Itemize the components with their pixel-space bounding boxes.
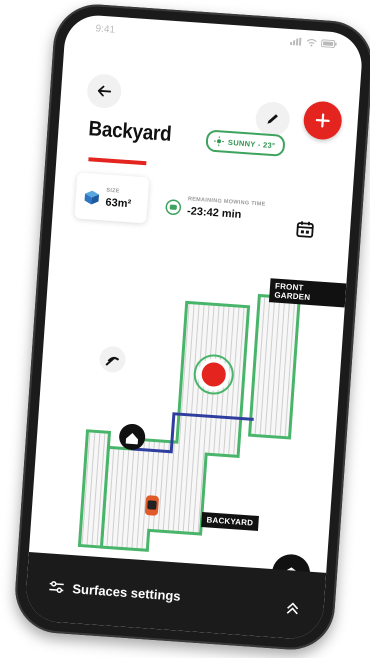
edit-button[interactable] bbox=[254, 100, 291, 138]
calendar-icon bbox=[296, 221, 314, 238]
cube-icon bbox=[84, 190, 100, 205]
page-title: Backyard bbox=[87, 117, 173, 146]
sliders-icon bbox=[49, 581, 64, 593]
plus-icon bbox=[315, 113, 330, 128]
back-button[interactable] bbox=[86, 73, 123, 110]
title-underline bbox=[88, 157, 147, 166]
sun-icon bbox=[213, 136, 225, 147]
front-garden-zone[interactable] bbox=[247, 293, 301, 440]
status-icons bbox=[289, 37, 337, 49]
mower-icon bbox=[165, 199, 182, 216]
signal-bars-icon bbox=[289, 37, 302, 46]
size-value: 63m² bbox=[105, 196, 132, 211]
chevron-up-icon[interactable] bbox=[285, 600, 300, 615]
status-bar: 9:41 bbox=[65, 19, 364, 58]
surfaces-settings-label: Surfaces settings bbox=[71, 581, 182, 604]
weather-text: SUNNY - 23° bbox=[227, 137, 276, 150]
mower-position-marker[interactable] bbox=[197, 358, 230, 391]
size-label: SIZE bbox=[106, 187, 120, 195]
wifi-icon bbox=[306, 38, 317, 47]
phone-frame: 9:41 Backyard SUNNY - 23° SIZE 63m² REMA… bbox=[12, 1, 370, 653]
size-card: SIZE 63m² bbox=[74, 172, 150, 224]
battery-icon bbox=[320, 39, 337, 49]
remaining-value: -23:42 min bbox=[186, 205, 242, 222]
schedule-button[interactable] bbox=[287, 211, 323, 247]
app-screen: 9:41 Backyard SUNNY - 23° SIZE 63m² REMA… bbox=[24, 13, 364, 641]
robot-mower-icon bbox=[145, 495, 159, 516]
pencil-icon bbox=[267, 114, 278, 124]
add-button[interactable] bbox=[302, 100, 343, 141]
weather-badge: SUNNY - 23° bbox=[205, 129, 287, 157]
back-arrow-icon bbox=[97, 85, 112, 97]
signal-icon[interactable] bbox=[99, 346, 127, 374]
status-time: 9:41 bbox=[95, 23, 116, 36]
